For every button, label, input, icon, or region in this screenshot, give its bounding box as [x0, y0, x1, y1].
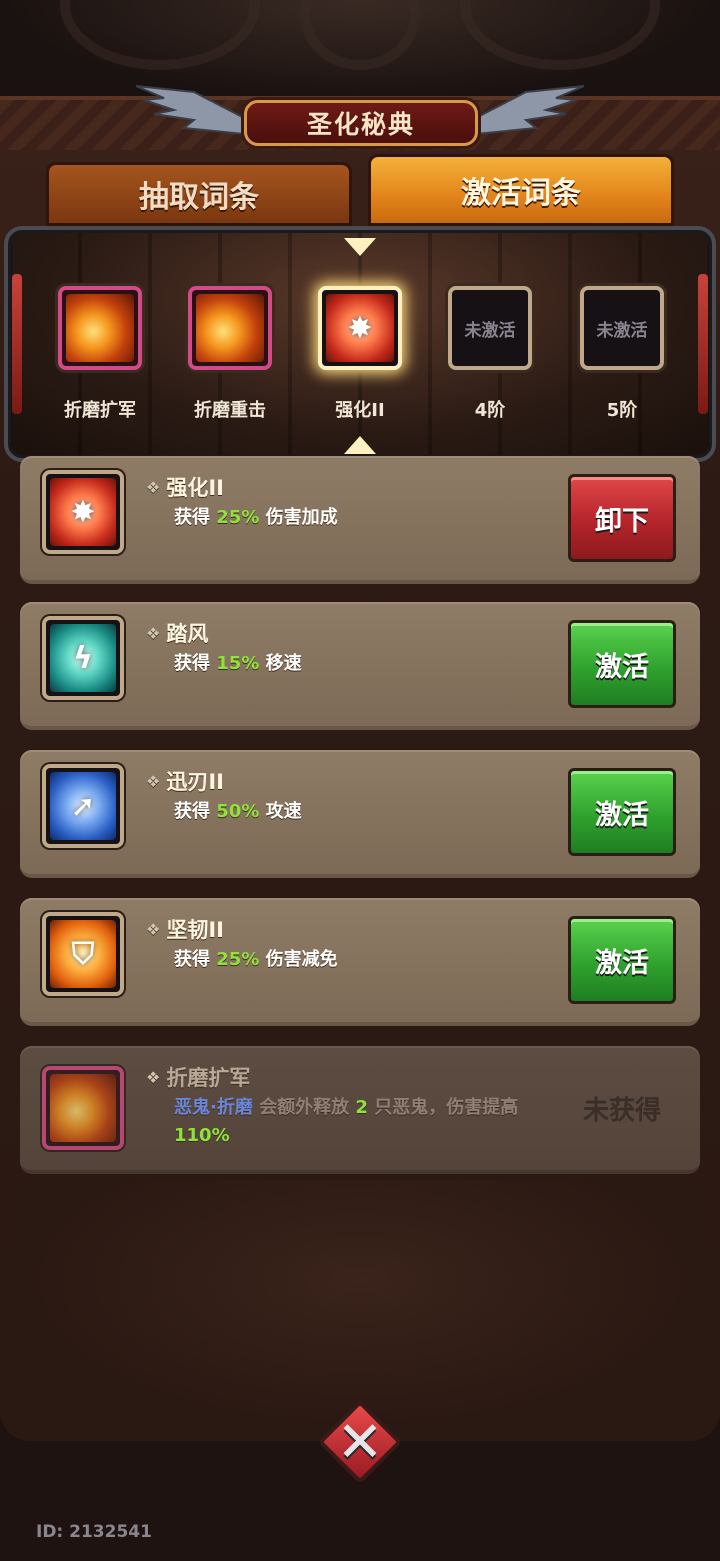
close-x-icon: ✕ [336, 1409, 384, 1475]
slot-2[interactable] [188, 286, 272, 370]
entry-description: 获得 25% 伤害加成 [174, 504, 574, 532]
desc-value: 50% [216, 801, 260, 822]
slot-frame: ϟ [42, 616, 124, 700]
panel-side-ornament [12, 274, 22, 414]
activate-button[interactable]: 激活 [568, 916, 676, 1004]
fire-fist-icon [66, 294, 134, 362]
diamond-bullet-icon: ❖ [146, 623, 161, 643]
close-button[interactable]: ✕ [316, 1398, 404, 1486]
desc-value: 110% [174, 1125, 230, 1146]
power-burst-icon: ✸ [326, 294, 394, 362]
diamond-bullet-icon: ❖ [146, 477, 161, 497]
panel-lower-ornament [20, 1180, 700, 1430]
power-burst-icon: ✸ [50, 478, 116, 546]
entry-card: ➚ ❖ 迅刃II 获得 50% 攻速 激活 [20, 750, 700, 878]
entry-name-text: 踏风 [166, 622, 209, 646]
entry-card: ⛉ ❖ 坚韧II 获得 25% 伤害减免 激活 [20, 898, 700, 1026]
entry-name: ❖ 折磨扩军 [146, 1062, 250, 1092]
slot-empty-text: 未激活 [464, 320, 516, 341]
selection-arrow-bottom-icon [344, 436, 376, 454]
slot-2-label: 折磨重击 [194, 400, 266, 421]
desc-suffix: 伤害减免 [265, 949, 338, 970]
slot-frame [58, 286, 142, 370]
entry-description: 获得 25% 伤害减免 [174, 946, 574, 974]
slot-1-label: 折磨扩军 [64, 400, 136, 421]
entry-name: ❖ 踏风 [146, 618, 208, 648]
desc-suffix: 攻速 [265, 801, 302, 822]
desc-value: 25% [216, 949, 260, 970]
entry-name: ❖ 坚韧II [146, 914, 224, 944]
fire-fist-icon [196, 294, 264, 362]
player-id: ID: 2132541 [36, 1522, 152, 1542]
slot-5-label: 5阶 [606, 400, 638, 421]
blade-arrow-icon: ➚ [50, 772, 116, 840]
entry-icon-frame: ϟ [42, 616, 124, 700]
unequip-button[interactable]: 卸下 [568, 474, 676, 562]
slot-5[interactable]: 未激活 [580, 286, 664, 370]
entry-icon-frame: ➚ [42, 764, 124, 848]
slot-frame [188, 286, 272, 370]
left-wing-icon [135, 85, 254, 136]
desc-count: 2 [355, 1097, 368, 1118]
slot-frame [42, 1066, 124, 1150]
entry-name-text: 坚韧II [166, 918, 224, 942]
entry-name-text: 强化II [166, 476, 224, 500]
wind-icon: ϟ [50, 624, 116, 692]
slot-1[interactable] [58, 286, 142, 370]
slot-frame: ✸ [42, 470, 124, 554]
slot-3-label: 强化II [335, 400, 385, 421]
desc-prefix: 获得 [174, 507, 210, 528]
slot-4[interactable]: 未激活 [448, 286, 532, 370]
tab-activate-entries[interactable]: 激活词条 [368, 154, 674, 226]
entry-name: ❖ 迅刃II [146, 766, 224, 796]
activate-button[interactable]: 激活 [568, 768, 676, 856]
fire-fist-icon [50, 1074, 116, 1142]
entry-name-text: 迅刃II [166, 770, 224, 794]
desc-keyword: 恶鬼·折磨 [174, 1097, 253, 1118]
desc-value: 25% [216, 507, 260, 528]
slot-frame: 未激活 [580, 286, 664, 370]
diamond-bullet-icon: ❖ [146, 919, 161, 939]
desc-prefix: 获得 [174, 949, 210, 970]
not-obtained-label: 未获得 [582, 1096, 661, 1126]
slot-3[interactable]: ✸ [318, 286, 402, 370]
entry-icon-frame: ✸ [42, 470, 124, 554]
star-shield-icon: ⛉ [50, 920, 116, 988]
entry-icon-frame: ⛉ [42, 912, 124, 996]
right-wing-icon [466, 85, 585, 136]
slot-frame: ⛉ [42, 912, 124, 996]
page-title: 圣化秘典 [244, 100, 478, 146]
entry-icon-frame [42, 1066, 124, 1150]
entry-name-text: 折磨扩军 [166, 1066, 251, 1090]
entry-card: ✸ ❖ 强化II 获得 25% 伤害加成 卸下 [20, 456, 700, 584]
diamond-bullet-icon: ❖ [146, 1067, 161, 1087]
selection-arrow-top-icon [344, 238, 376, 256]
desc-suffix: 伤害加成 [265, 507, 338, 528]
slot-4-label: 4阶 [474, 400, 506, 421]
slot-frame: ✸ [318, 286, 402, 370]
entry-description: 获得 15% 移速 [174, 650, 574, 678]
desc-prefix: 获得 [174, 653, 210, 674]
tab-draw-entries[interactable]: 抽取词条 [46, 162, 352, 226]
slot-empty-text: 未激活 [596, 320, 648, 341]
entry-description: 获得 50% 攻速 [174, 798, 574, 826]
desc-part1: 会额外释放 [259, 1097, 350, 1118]
slot-frame: ➚ [42, 764, 124, 848]
desc-part2: 只恶鬼，伤害提高 [374, 1097, 519, 1118]
entry-name: ❖ 强化II [146, 472, 224, 502]
diamond-bullet-icon: ❖ [146, 771, 161, 791]
entry-description: 恶鬼·折磨 会额外释放 2 只恶鬼，伤害提高 110% [174, 1094, 554, 1150]
desc-suffix: 移速 [265, 653, 302, 674]
entry-card-locked: ❖ 折磨扩军 恶鬼·折磨 会额外释放 2 只恶鬼，伤害提高 110% 未获得 [20, 1046, 700, 1174]
desc-prefix: 获得 [174, 801, 210, 822]
panel-side-ornament [698, 274, 708, 414]
desc-value: 15% [216, 653, 260, 674]
entry-card: ϟ ❖ 踏风 获得 15% 移速 激活 [20, 602, 700, 730]
slot-frame: 未激活 [448, 286, 532, 370]
activate-button[interactable]: 激活 [568, 620, 676, 708]
